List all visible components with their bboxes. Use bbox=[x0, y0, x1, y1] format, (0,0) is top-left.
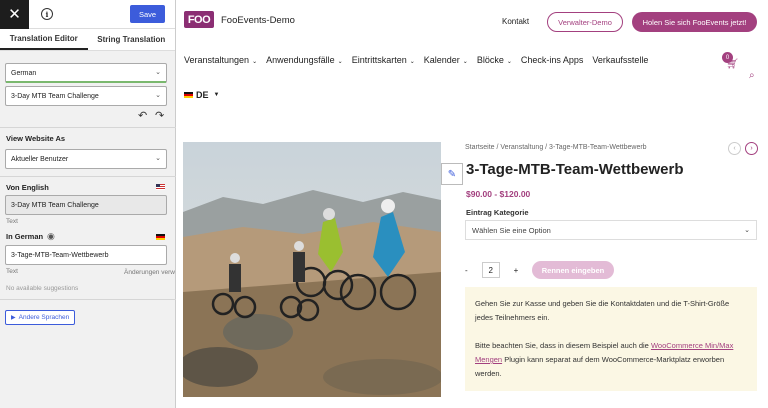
prev-product-icon[interactable]: ‹ bbox=[728, 142, 741, 155]
view-as-select[interactable]: Aktueller Benutzer ⌄ bbox=[5, 149, 167, 169]
us-flag-icon bbox=[156, 184, 165, 190]
site-logo[interactable]: FOO bbox=[184, 11, 214, 28]
product-image[interactable] bbox=[183, 142, 441, 397]
chevron-down-icon: ⌄ bbox=[409, 59, 415, 65]
divider bbox=[0, 127, 176, 128]
qty-minus-button[interactable]: - bbox=[465, 266, 468, 275]
register-race-button[interactable]: Rennen eingeben bbox=[532, 261, 614, 279]
product-price: $90.00 - $120.00 bbox=[466, 189, 531, 199]
source-text-field: 3-Day MTB Team Challenge bbox=[5, 195, 167, 215]
menu-item[interactable]: Kalender ⌄ bbox=[424, 55, 468, 65]
organizer-demo-button[interactable]: Verwalter-Demo bbox=[547, 12, 623, 32]
menu-item[interactable]: Verkaufsstelle bbox=[592, 55, 648, 65]
quantity-stepper: - 2 + bbox=[465, 262, 518, 278]
german-flag-icon bbox=[184, 92, 193, 98]
translation-editor-panel: ✕ i Save Translation Editor String Trans… bbox=[0, 0, 176, 408]
editor-tabs: Translation Editor String Translation bbox=[0, 29, 175, 51]
redo-icon[interactable]: ↷ bbox=[155, 109, 164, 122]
info-icon[interactable]: i bbox=[41, 8, 53, 20]
main-menu: Veranstaltungen ⌄ Anwendungsfälle ⌄ Eintritt… bbox=[184, 55, 648, 65]
translation-text-field[interactable]: 3-Tage-MTB-Team-Wettbewerb bbox=[5, 245, 167, 265]
next-product-icon[interactable]: › bbox=[745, 142, 758, 155]
product-title: 3-Tage-MTB-Team-Wettbewerb bbox=[466, 161, 684, 178]
german-flag-icon bbox=[156, 234, 165, 240]
translation-type-label: Text bbox=[6, 268, 18, 275]
translation-text-value: 3-Tage-MTB-Team-Wettbewerb bbox=[11, 251, 109, 259]
info-notice: Gehen Sie zur Kasse und geben Sie die Ko… bbox=[465, 287, 757, 391]
language-code: DE bbox=[196, 90, 209, 100]
string-select[interactable]: 3-Day MTB Team Challenge ⌄ bbox=[5, 86, 167, 106]
other-languages-button[interactable]: ▶ Andere Sprachen bbox=[5, 310, 76, 325]
menu-item[interactable]: Anwendungsfälle ⌄ bbox=[266, 55, 343, 65]
tab-translation-editor[interactable]: Translation Editor bbox=[0, 29, 88, 50]
string-select-value: 3-Day MTB Team Challenge bbox=[11, 92, 99, 100]
menu-item-label: Check-ins Apps bbox=[520, 55, 584, 65]
in-label: In German bbox=[6, 232, 44, 241]
close-icon[interactable]: ✕ bbox=[0, 0, 29, 29]
site-brand[interactable]: FooEvents-Demo bbox=[221, 15, 295, 26]
eye-icon[interactable]: ◉ bbox=[47, 231, 55, 242]
qty-plus-button[interactable]: + bbox=[514, 266, 519, 275]
menu-item[interactable]: Veranstaltungen ⌄ bbox=[184, 55, 257, 65]
menu-item-label: Eintrittskarten bbox=[351, 55, 407, 65]
chevron-down-icon: ⌄ bbox=[155, 69, 161, 76]
search-icon[interactable]: ⌕ bbox=[749, 70, 755, 81]
chevron-down-icon: ⌄ bbox=[337, 59, 343, 65]
source-type-label: Text bbox=[6, 218, 18, 225]
edit-pencil-icon[interactable]: ✎ bbox=[441, 163, 463, 185]
notice-paragraph-2: Bitte beachten Sie, dass in diesem Beisp… bbox=[475, 339, 747, 381]
qty-input[interactable]: 2 bbox=[481, 262, 500, 278]
website-preview: FOO FooEvents-Demo Kontakt Verwalter-Dem… bbox=[176, 0, 768, 408]
chevron-down-icon: ▼ bbox=[213, 92, 220, 98]
notice-paragraph-1: Gehen Sie zur Kasse und geben Sie die Ko… bbox=[475, 299, 730, 322]
get-fooevents-button[interactable]: Holen Sie sich FooEvents jetzt! bbox=[632, 12, 757, 32]
language-select-value: German bbox=[11, 69, 37, 77]
chevron-down-icon: ⌄ bbox=[155, 155, 161, 162]
view-as-label: View Website As bbox=[6, 134, 66, 143]
menu-item[interactable]: Check-ins Apps bbox=[521, 55, 584, 65]
menu-item-label: Verkaufsstelle bbox=[592, 55, 649, 65]
editor-topbar: ✕ i Save bbox=[0, 0, 175, 29]
chevron-down-icon: ⌄ bbox=[744, 227, 750, 234]
entry-category-select[interactable]: Wählen Sie eine Option ⌄ bbox=[465, 220, 757, 240]
menu-item-label: Kalender bbox=[423, 55, 460, 65]
menu-item-label: Blöcke bbox=[476, 55, 504, 65]
menu-item-label: Anwendungsfälle bbox=[266, 55, 335, 65]
chevron-down-icon: ⌄ bbox=[252, 59, 258, 65]
menu-item-label: Veranstaltungen bbox=[184, 55, 250, 65]
chevron-down-icon: ⌄ bbox=[155, 92, 161, 99]
menu-item[interactable]: Blöcke ⌄ bbox=[477, 55, 512, 65]
chevron-down-icon: ⌄ bbox=[462, 59, 468, 65]
divider bbox=[0, 176, 176, 177]
tab-string-translation[interactable]: String Translation bbox=[88, 29, 176, 50]
entry-category-label: Eintrag Kategorie bbox=[466, 208, 529, 217]
from-label: Von English bbox=[6, 183, 49, 192]
language-select[interactable]: German ⌄ bbox=[5, 63, 167, 83]
changes-label: Änderungen verw bbox=[124, 269, 175, 276]
undo-icon[interactable]: ↶ bbox=[138, 109, 147, 122]
divider bbox=[0, 299, 176, 300]
entry-category-placeholder: Wählen Sie eine Option bbox=[472, 225, 551, 235]
menu-item[interactable]: Eintrittskarten ⌄ bbox=[352, 55, 415, 65]
language-progress bbox=[6, 81, 166, 83]
play-icon: ▶ bbox=[11, 315, 16, 321]
other-languages-label: Andere Sprachen bbox=[18, 314, 70, 321]
breadcrumb: Startseite / Veranstaltung / 3-Tage-MTB-… bbox=[465, 144, 647, 151]
language-switcher[interactable]: DE ▼ bbox=[184, 90, 219, 100]
contact-link[interactable]: Kontakt bbox=[502, 17, 529, 26]
cart-icon[interactable]: 🛒︎ bbox=[726, 59, 739, 70]
save-button[interactable]: Save bbox=[130, 5, 165, 23]
view-as-value: Aktueller Benutzer bbox=[11, 155, 69, 163]
chevron-down-icon: ⌄ bbox=[506, 59, 512, 65]
suggestions-label: No available suggestions bbox=[6, 285, 79, 292]
source-text-value: 3-Day MTB Team Challenge bbox=[11, 201, 99, 209]
notice-text: Bitte beachten Sie, dass in diesem Beisp… bbox=[475, 341, 651, 350]
notice-text: Plugin kann separat auf dem WooCommerce-… bbox=[475, 355, 725, 378]
